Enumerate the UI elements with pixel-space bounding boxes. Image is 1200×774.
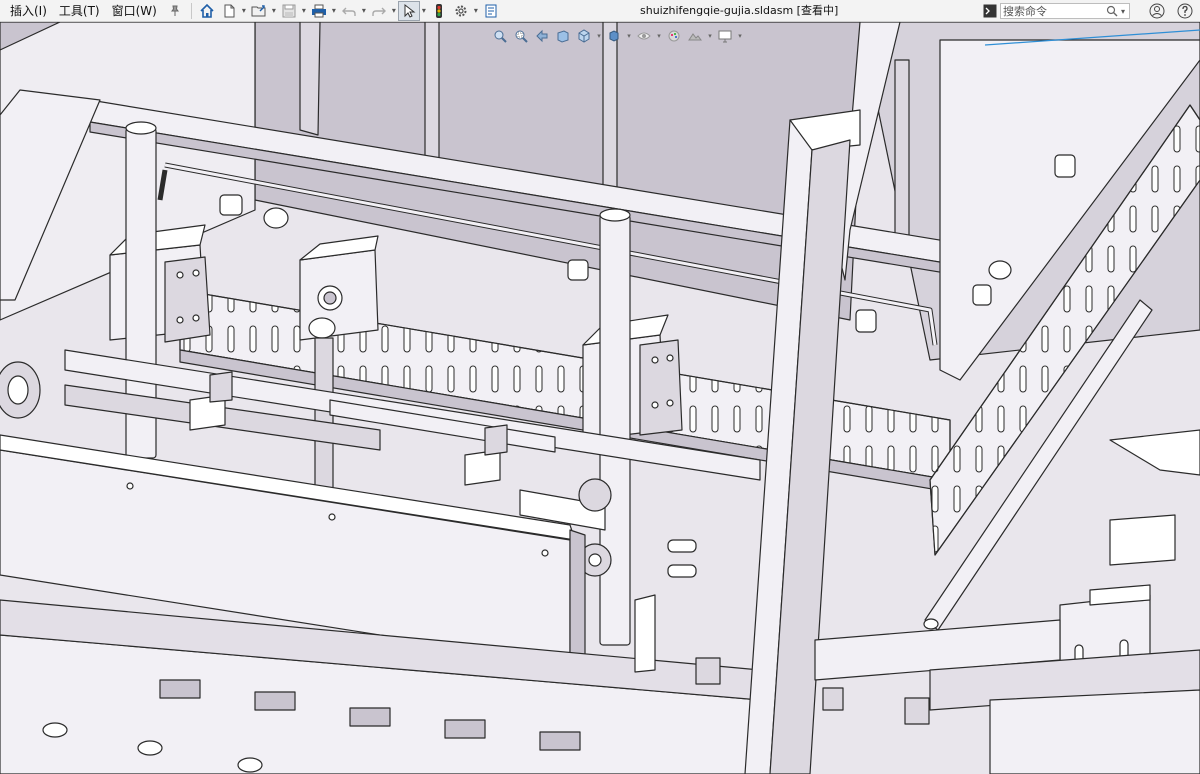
search-icon[interactable] <box>1105 4 1119 18</box>
chevron-down-icon[interactable]: ▾ <box>655 26 663 46</box>
help-icon[interactable] <box>1176 2 1194 20</box>
previous-view-icon[interactable] <box>532 26 552 46</box>
zoom-to-fit-icon[interactable] <box>490 26 510 46</box>
toolbar-separator <box>190 2 192 19</box>
zoom-to-area-icon[interactable] <box>511 26 531 46</box>
hide-show-items-icon[interactable] <box>634 26 654 46</box>
select-pointer-icon[interactable] <box>397 0 420 21</box>
chevron-down-icon[interactable]: ▾ <box>390 1 398 21</box>
apply-scene-icon[interactable] <box>685 26 705 46</box>
redo-icon[interactable] <box>368 1 390 21</box>
chevron-down-icon[interactable]: ▾ <box>1119 1 1127 21</box>
search-input[interactable] <box>1001 4 1105 18</box>
edit-appearance-icon[interactable] <box>664 26 684 46</box>
chevron-down-icon[interactable]: ▾ <box>360 1 368 21</box>
user-account-icon[interactable] <box>1148 2 1166 20</box>
view-orientation-icon[interactable] <box>574 26 594 46</box>
command-search: ▾ <box>982 2 1130 20</box>
chevron-down-icon[interactable]: ▾ <box>240 1 248 21</box>
chevron-down-icon[interactable]: ▾ <box>270 1 278 21</box>
chevron-down-icon[interactable]: ▾ <box>472 1 480 21</box>
chevron-down-icon[interactable]: ▾ <box>420 1 428 21</box>
print-icon[interactable] <box>308 1 330 21</box>
menu-window[interactable]: 窗口(W) <box>106 0 163 22</box>
main-menu: 插入(I) 工具(T) 窗口(W) <box>0 0 187 22</box>
chevron-down-icon[interactable]: ▾ <box>300 1 308 21</box>
chevron-down-icon[interactable]: ▾ <box>625 26 633 46</box>
menu-insert[interactable]: 插入(I) <box>4 0 53 22</box>
view-settings-icon[interactable] <box>715 26 735 46</box>
save-icon[interactable] <box>278 1 300 21</box>
window-title: shuizhifengqie-gujia.sldasm [查看中] <box>640 4 839 17</box>
open-folder-icon[interactable] <box>248 1 270 21</box>
options-gear-icon[interactable] <box>450 1 472 21</box>
chevron-down-icon[interactable]: ▾ <box>736 26 744 46</box>
heads-up-view-toolbar: ▾ ▾ ▾ ▾ ▾ <box>490 26 744 46</box>
menu-tools[interactable]: 工具(T) <box>53 0 106 22</box>
assembly-model[interactable] <box>0 22 1200 774</box>
command-prompt-icon[interactable] <box>982 3 998 19</box>
chevron-down-icon[interactable]: ▾ <box>595 26 603 46</box>
chevron-down-icon[interactable]: ▾ <box>330 1 338 21</box>
file-properties-icon[interactable] <box>480 1 502 21</box>
rebuild-traffic-light-icon[interactable] <box>428 1 450 21</box>
chevron-down-icon[interactable]: ▾ <box>706 26 714 46</box>
graphics-area[interactable] <box>0 22 1200 774</box>
new-document-icon[interactable] <box>218 1 240 21</box>
display-style-icon[interactable] <box>604 26 624 46</box>
search-box: ▾ <box>1000 3 1130 19</box>
section-view-icon[interactable] <box>553 26 573 46</box>
undo-icon[interactable] <box>338 1 360 21</box>
pin-icon[interactable] <box>167 3 183 19</box>
standard-toolbar: ▾ ▾ ▾ ▾ ▾ ▾ ▾ ▾ <box>196 0 502 22</box>
menu-bar: 插入(I) 工具(T) 窗口(W) ▾ ▾ ▾ ▾ ▾ ▾ ▾ ▾ shuizh… <box>0 0 1200 22</box>
home-icon[interactable] <box>196 1 218 21</box>
